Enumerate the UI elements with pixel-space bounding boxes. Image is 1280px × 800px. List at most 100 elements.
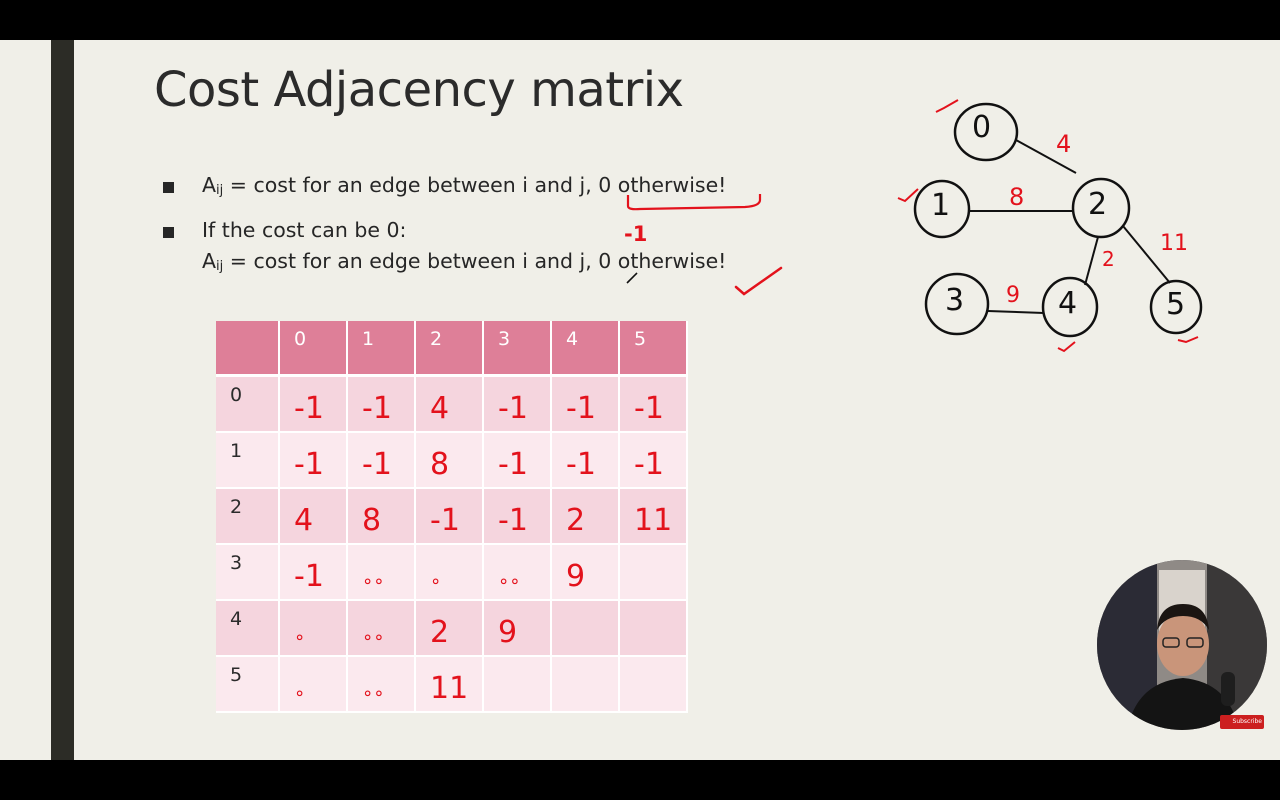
matrix-cell-value: -1: [294, 559, 324, 594]
matrix-cell-value: 8: [362, 503, 382, 538]
graph-node-2-label: 2: [1088, 187, 1108, 222]
matrix-cell: 2: [416, 601, 484, 657]
matrix-cell: 9: [552, 545, 620, 601]
matrix-cell-value: -1: [362, 447, 392, 482]
strike-zero-mark: [626, 272, 638, 284]
matrix-cell: 11: [620, 489, 688, 545]
matrix-cell: ∘∘: [348, 601, 416, 657]
matrix-cell: ∘∘: [348, 545, 416, 601]
matrix-cell-value: -1: [498, 447, 528, 482]
matrix-cell-value: 2: [566, 503, 586, 538]
matrix-cell: -1: [484, 433, 552, 489]
graph-node-0-label: 0: [972, 110, 992, 145]
matrix-cell-value: 11: [634, 503, 673, 538]
graph-node-1-label: 1: [931, 188, 951, 223]
matrix-cell-value: -1: [498, 503, 528, 538]
row-header: 3: [216, 545, 280, 601]
matrix-cell-value: ∘: [294, 683, 306, 704]
matrix-cell: ∘: [280, 657, 348, 713]
matrix-header-row: 0 1 2 3 4 5: [216, 321, 688, 377]
edge-weight-2-4: 2: [1102, 247, 1115, 271]
matrix-corner: [216, 321, 280, 377]
matrix-cell-value: 2: [430, 615, 450, 650]
bullet-2: If the cost can be 0: Aij = cost for an …: [163, 218, 726, 274]
edge-weight-2-5: 11: [1160, 231, 1188, 256]
matrix-cell-value: ∘∘: [362, 571, 385, 592]
adjacency-matrix: 0 1 2 3 4 5 0 -1 -1 4 -1 -1 -1 1 -1 -1 8 -1 -1 -1 2 4 8-…: [216, 321, 688, 713]
matrix-cell-value: ∘∘: [362, 627, 385, 648]
table-row: 4 ∘ ∘∘ 2 9: [216, 601, 688, 657]
matrix-cell: ∘: [416, 545, 484, 601]
bullet-2-line-2: Aij = cost for an edge between i and j, …: [202, 249, 727, 274]
webcam-overlay: [1097, 560, 1267, 730]
matrix-cell-value: -1: [498, 391, 528, 426]
column-header: 1: [348, 321, 416, 377]
column-header: 5: [620, 321, 688, 377]
matrix-cell: -1: [484, 377, 552, 433]
matrix-cell: -1: [620, 433, 688, 489]
table-row: 1 -1 -1 8 -1 -1 -1: [216, 433, 688, 489]
bullet-1: Aij = cost for an edge between i and j, …: [163, 173, 727, 198]
matrix-cell-value: -1: [294, 391, 324, 426]
row-header: 2: [216, 489, 280, 545]
edge-weight-1-2: 8: [1009, 183, 1025, 211]
graph-node-5-label: 5: [1166, 287, 1186, 322]
matrix-cell: 4: [280, 489, 348, 545]
matrix-cell: -1: [348, 377, 416, 433]
bullet-2-prefix: A: [202, 249, 217, 273]
column-header: 3: [484, 321, 552, 377]
matrix-cell-value: 9: [498, 615, 518, 650]
bullet-square-icon: [163, 227, 174, 238]
matrix-cell: -1: [484, 489, 552, 545]
matrix-cell: -1: [416, 489, 484, 545]
matrix-cell-value: -1: [362, 391, 392, 426]
matrix-cell: [552, 657, 620, 713]
matrix-cell: 8: [416, 433, 484, 489]
matrix-cell: 8: [348, 489, 416, 545]
matrix-cell: 11: [416, 657, 484, 713]
slide-left-bar: [51, 40, 74, 760]
table-row: 5 ∘ ∘∘ 11: [216, 657, 688, 713]
table-row: 3 -1 ∘∘ ∘ ∘∘ 9: [216, 545, 688, 601]
matrix-cell-value: -1: [430, 503, 460, 538]
matrix-cell: -1: [620, 377, 688, 433]
bullet-1-text: = cost for an edge between i and j, 0 ot…: [223, 173, 727, 197]
matrix-cell: [484, 657, 552, 713]
bullet-square-icon: [163, 182, 174, 193]
matrix-cell: 2: [552, 489, 620, 545]
matrix-cell-value: ∘: [294, 627, 306, 648]
matrix-cell: [620, 545, 688, 601]
row-header: 0: [216, 377, 280, 433]
matrix-cell: ∘: [280, 601, 348, 657]
matrix-cell-value: ∘∘: [498, 571, 521, 592]
graph-node-3-label: 3: [945, 283, 965, 318]
matrix-cell-value: 11: [430, 671, 469, 706]
bullet-2-line-1: If the cost can be 0:: [202, 218, 407, 242]
matrix-cell-value: 4: [430, 391, 450, 426]
matrix-cell: -1: [280, 545, 348, 601]
matrix-cell: [620, 657, 688, 713]
matrix-cell: ∘∘: [348, 657, 416, 713]
row-header: 1: [216, 433, 280, 489]
edge-weight-3-4: 9: [1006, 283, 1020, 308]
column-header: 2: [416, 321, 484, 377]
column-header: 4: [552, 321, 620, 377]
bullet-2-subscript: ij: [216, 259, 224, 274]
matrix-cell-value: 8: [430, 447, 450, 482]
matrix-cell: -1: [280, 433, 348, 489]
bullet-2-text: = cost for an edge between i and j, 0 ot…: [223, 249, 727, 273]
bullet-1-prefix: A: [202, 173, 217, 197]
matrix-cell: [552, 601, 620, 657]
matrix-cell: 4: [416, 377, 484, 433]
youtube-subscribe-button[interactable]: Subscribe: [1220, 715, 1264, 729]
matrix-cell: -1: [280, 377, 348, 433]
slide: Cost Adjacency matrix Aij = cost for an …: [0, 40, 1280, 760]
matrix-cell: -1: [552, 433, 620, 489]
matrix-cell-value: -1: [566, 391, 596, 426]
matrix-cell-value: -1: [634, 447, 664, 482]
edge-weight-0-2: 4: [1056, 130, 1072, 158]
matrix-cell: [620, 601, 688, 657]
matrix-cell-value: 4: [294, 503, 314, 538]
matrix-cell-value: -1: [566, 447, 596, 482]
matrix-cell-value: -1: [634, 391, 664, 426]
